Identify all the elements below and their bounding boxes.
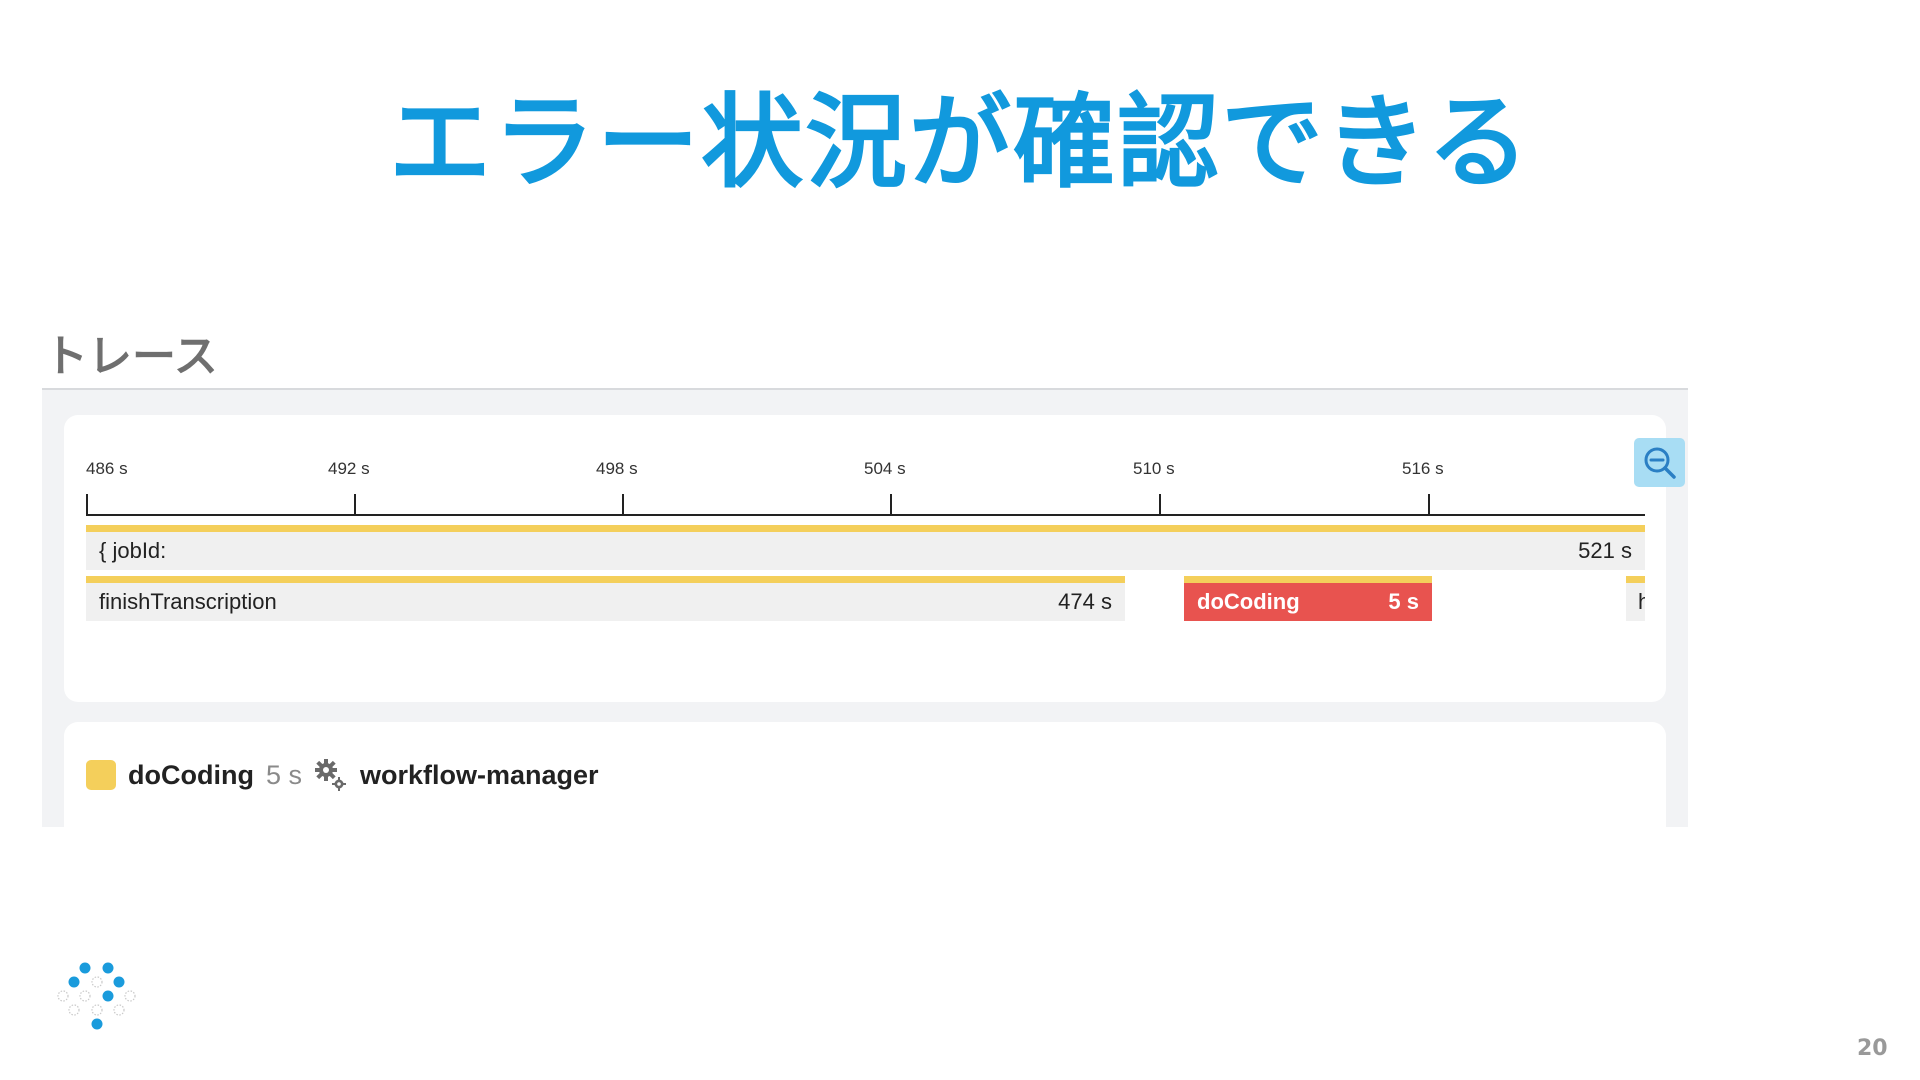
span-name: finishTranscription <box>99 589 277 614</box>
span-name: { jobId: <box>99 538 167 563</box>
service-name: workflow-manager <box>360 759 599 790</box>
span-do-coding-error[interactable]: doCoding 5 s <box>1184 583 1432 621</box>
span-duration: 5 s <box>1388 589 1419 614</box>
span-bar <box>86 525 1645 532</box>
axis-tick <box>1159 494 1161 515</box>
page-number: 20 <box>1857 1036 1888 1061</box>
axis-tick <box>890 494 892 515</box>
axis-tick <box>622 494 624 515</box>
tick-label: 504 s <box>864 459 906 478</box>
axis-tick <box>354 494 356 515</box>
span-detail-header: doCoding 5 s workflow-manager <box>86 758 599 792</box>
axis-tick <box>1428 494 1430 515</box>
timeline-card: 486 s 492 s 498 s 504 s 510 s 516 s { jo… <box>64 415 1685 702</box>
span-root[interactable]: { jobId: 521 s <box>86 532 1645 570</box>
tick-label: 486 s <box>86 459 128 478</box>
span-duration: 474 s <box>1058 589 1112 614</box>
zoom-out-icon <box>1644 447 1676 479</box>
operation-name: doCoding <box>128 759 254 790</box>
span-truncated[interactable]: h <box>1626 583 1645 621</box>
span-name: doCoding <box>1197 589 1300 614</box>
span-duration: 521 s <box>1578 538 1632 563</box>
span-finish-transcription[interactable]: finishTranscription 474 s <box>86 583 1125 621</box>
tick-label: 516 s <box>1402 459 1444 478</box>
gears-icon <box>314 758 348 792</box>
operation-duration: 5 s <box>265 759 302 790</box>
company-logo <box>57 962 136 1030</box>
time-axis <box>86 514 1645 516</box>
span-name: h <box>1638 589 1645 615</box>
section-heading: トレース <box>44 331 218 382</box>
span-detail-card: doCoding 5 s workflow-manager <box>64 722 1666 827</box>
tick-label: 510 s <box>1133 459 1175 478</box>
slide-title: エラー状況が確認できる <box>389 84 1531 203</box>
span-bar <box>1626 576 1645 583</box>
trace-screenshot: 486 s 492 s 498 s 504 s 510 s 516 s { jo… <box>42 388 1688 827</box>
span-bar <box>1184 576 1432 583</box>
tick-label: 498 s <box>596 459 638 478</box>
zoom-out-button[interactable] <box>1634 438 1685 487</box>
span-bar <box>86 576 1125 583</box>
axis-tick <box>86 494 88 515</box>
tick-label: 492 s <box>328 459 370 478</box>
span-color-swatch <box>86 760 116 790</box>
